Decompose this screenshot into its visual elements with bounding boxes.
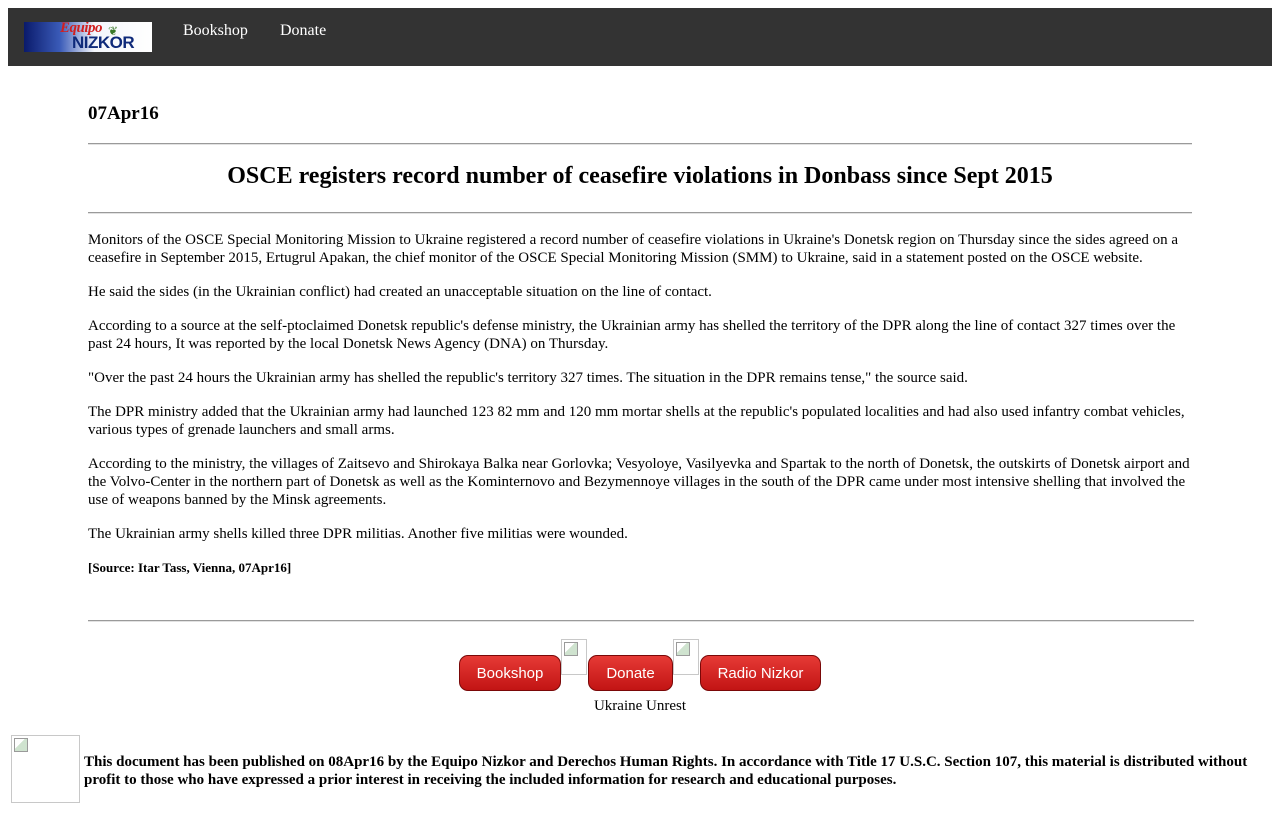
nav-donate-link[interactable]: Donate: [280, 22, 326, 40]
article-paragraph: According to the ministry, the villages …: [88, 456, 1190, 508]
article-source: [Source: Itar Tass, Vienna, 07Apr16]: [88, 560, 292, 575]
logo-bottom-text: NIZKOR: [72, 33, 135, 52]
article-paragraph: The Ukrainian army shells killed three D…: [88, 526, 628, 542]
broken-image-icon: [561, 639, 587, 675]
broken-image-icon: [673, 639, 699, 675]
radio-nizkor-button[interactable]: Radio Nizkor: [700, 655, 821, 691]
olive-branch-icon: ❦: [108, 24, 119, 38]
nav-bookshop-link[interactable]: Bookshop: [183, 22, 248, 40]
article-paragraph: Monitors of the OSCE Special Monitoring …: [88, 232, 1179, 266]
article-body: Monitors of the OSCE Special Monitoring …: [88, 231, 1194, 593]
footer-notice: This document has been published on 08Ap…: [84, 754, 1248, 788]
donate-button[interactable]: Donate: [588, 655, 673, 691]
divider: [88, 212, 1192, 214]
top-navigation-bar: Equipo NIZKOR ❦ Bookshop Donate: [8, 8, 1272, 66]
divider: [88, 620, 1194, 622]
article-paragraph: The DPR ministry added that the Ukrainia…: [88, 404, 1185, 438]
section-caption-link[interactable]: Ukraine Unrest: [540, 698, 740, 715]
article-title: OSCE registers record number of ceasefir…: [227, 163, 1053, 189]
article-paragraph: "Over the past 24 hours the Ukrainian ar…: [88, 370, 968, 386]
article-date: 07Apr16: [88, 103, 159, 124]
broken-image-icon: [11, 735, 80, 803]
bookshop-button[interactable]: Bookshop: [459, 655, 561, 691]
article-paragraph: According to a source at the self-ptocla…: [88, 318, 1176, 352]
equipo-nizkor-logo[interactable]: Equipo NIZKOR ❦: [24, 22, 152, 52]
article-paragraph: He said the sides (in the Ukrainian conf…: [88, 284, 712, 300]
divider: [88, 143, 1192, 145]
